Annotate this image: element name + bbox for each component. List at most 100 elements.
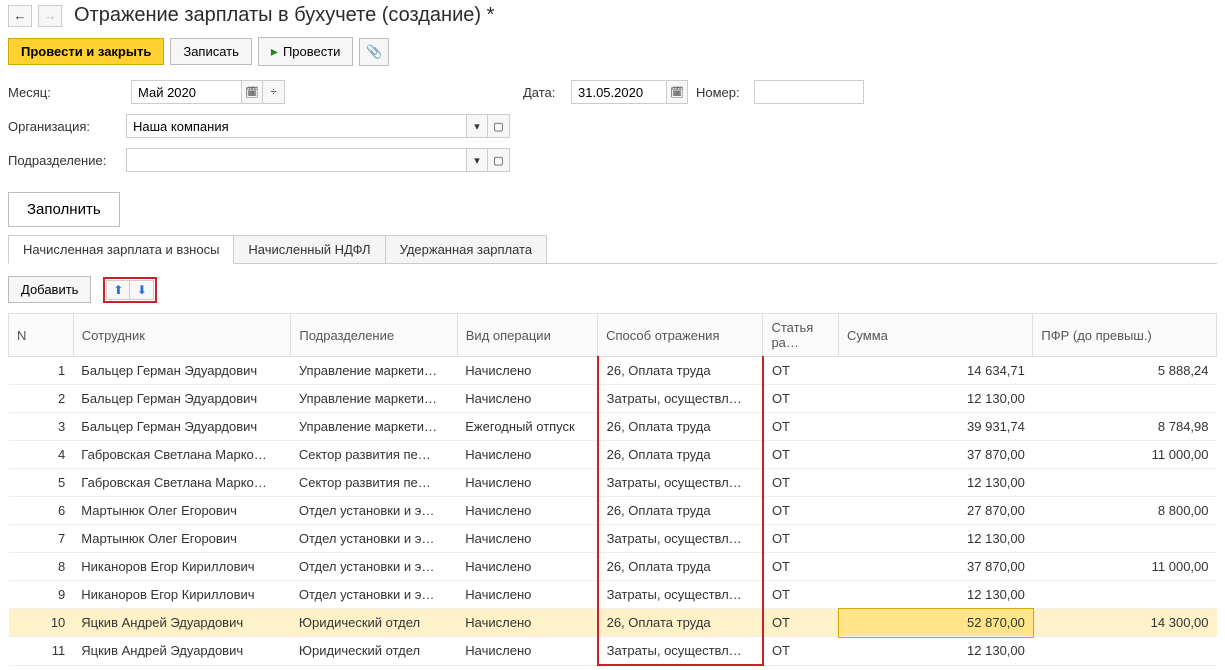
add-row-button[interactable]: Добавить <box>8 276 91 303</box>
tab-withheld[interactable]: Удержанная зарплата <box>385 235 547 263</box>
month-spinner-icon[interactable]: ÷ <box>263 80 285 104</box>
cell-ref[interactable]: Затраты, осуществл… <box>598 637 763 666</box>
cell-op[interactable]: Начислено <box>457 609 597 637</box>
cell-dep[interactable]: Отдел установки и э… <box>291 553 457 581</box>
month-input[interactable] <box>131 80 241 104</box>
cell-n[interactable]: 7 <box>9 525 74 553</box>
cell-sum[interactable]: 27 870,00 <box>839 497 1033 525</box>
cell-op[interactable]: Начислено <box>457 525 597 553</box>
cell-sum[interactable]: 39 931,74 <box>839 413 1033 441</box>
cell-dep[interactable]: Сектор развития пе… <box>291 441 457 469</box>
tab-ndfl[interactable]: Начисленный НДФЛ <box>233 235 385 263</box>
table-row[interactable]: 4Габровская Светлана Марко…Сектор развит… <box>9 441 1217 469</box>
cell-emp[interactable]: Яцкив Андрей Эдуардович <box>73 637 291 666</box>
cell-n[interactable]: 11 <box>9 637 74 666</box>
col-reflection-header[interactable]: Способ отражения <box>598 314 763 357</box>
cell-art[interactable]: ОТ <box>763 469 839 497</box>
subdiv-input[interactable] <box>126 148 466 172</box>
cell-dep[interactable]: Управление маркети… <box>291 385 457 413</box>
org-dropdown-icon[interactable]: ▾ <box>466 114 488 138</box>
table-row[interactable]: 7Мартынюк Олег ЕгоровичОтдел установки и… <box>9 525 1217 553</box>
cell-emp[interactable]: Никаноров Егор Кириллович <box>73 581 291 609</box>
cell-dep[interactable]: Управление маркети… <box>291 357 457 385</box>
cell-op[interactable]: Начислено <box>457 581 597 609</box>
cell-sum[interactable]: 12 130,00 <box>839 525 1033 553</box>
cell-pfr[interactable]: 5 888,24 <box>1033 357 1217 385</box>
table-row[interactable]: 3Бальцер Герман ЭдуардовичУправление мар… <box>9 413 1217 441</box>
col-sum-header[interactable]: Сумма <box>839 314 1033 357</box>
date-input[interactable] <box>571 80 666 104</box>
org-input[interactable] <box>126 114 466 138</box>
cell-emp[interactable]: Мартынюк Олег Егорович <box>73 497 291 525</box>
save-button[interactable]: Записать <box>170 38 252 65</box>
cell-op[interactable]: Ежегодный отпуск <box>457 413 597 441</box>
cell-emp[interactable]: Никаноров Егор Кириллович <box>73 553 291 581</box>
cell-n[interactable]: 6 <box>9 497 74 525</box>
cell-pfr[interactable]: 8 784,98 <box>1033 413 1217 441</box>
cell-emp[interactable]: Мартынюк Олег Егорович <box>73 525 291 553</box>
number-input[interactable] <box>754 80 864 104</box>
cell-art[interactable]: ОТ <box>763 497 839 525</box>
move-up-button[interactable]: ⬆ <box>106 280 130 300</box>
cell-op[interactable]: Начислено <box>457 385 597 413</box>
cell-op[interactable]: Начислено <box>457 441 597 469</box>
cell-art[interactable]: ОТ <box>763 637 839 666</box>
cell-dep[interactable]: Отдел установки и э… <box>291 497 457 525</box>
cell-pfr[interactable]: 14 300,00 <box>1033 609 1217 637</box>
table-row[interactable]: 9Никаноров Егор КирилловичОтдел установк… <box>9 581 1217 609</box>
cell-sum[interactable]: 12 130,00 <box>839 469 1033 497</box>
nav-back-button[interactable]: ← <box>8 5 32 27</box>
cell-n[interactable]: 8 <box>9 553 74 581</box>
cell-pfr[interactable] <box>1033 525 1217 553</box>
col-n-header[interactable]: N <box>9 314 74 357</box>
col-article-header[interactable]: Статья ра… <box>763 314 839 357</box>
cell-op[interactable]: Начислено <box>457 357 597 385</box>
cell-dep[interactable]: Отдел установки и э… <box>291 581 457 609</box>
table-row[interactable]: 5Габровская Светлана Марко…Сектор развит… <box>9 469 1217 497</box>
cell-art[interactable]: ОТ <box>763 553 839 581</box>
cell-emp[interactable]: Габровская Светлана Марко… <box>73 441 291 469</box>
cell-sum[interactable]: 52 870,00 <box>839 609 1033 637</box>
date-calendar-icon[interactable]: 🗓 <box>666 80 688 104</box>
cell-ref[interactable]: 26, Оплата труда <box>598 357 763 385</box>
cell-sum[interactable]: 37 870,00 <box>839 553 1033 581</box>
cell-n[interactable]: 9 <box>9 581 74 609</box>
cell-pfr[interactable] <box>1033 637 1217 666</box>
tab-accrued-salary[interactable]: Начисленная зарплата и взносы <box>8 235 234 264</box>
cell-pfr[interactable] <box>1033 385 1217 413</box>
cell-ref[interactable]: Затраты, осуществл… <box>598 469 763 497</box>
table-row[interactable]: 1Бальцер Герман ЭдуардовичУправление мар… <box>9 357 1217 385</box>
post-and-close-button[interactable]: Провести и закрыть <box>8 38 164 65</box>
month-calendar-icon[interactable]: 🗓 <box>241 80 263 104</box>
col-pfr-header[interactable]: ПФР (до превыш.) <box>1033 314 1217 357</box>
cell-dep[interactable]: Управление маркети… <box>291 413 457 441</box>
cell-ref[interactable]: Затраты, осуществл… <box>598 581 763 609</box>
nav-forward-button[interactable]: → <box>38 5 62 27</box>
cell-pfr[interactable]: 8 800,00 <box>1033 497 1217 525</box>
subdiv-open-icon[interactable]: ▢ <box>488 148 510 172</box>
cell-op[interactable]: Начислено <box>457 497 597 525</box>
cell-pfr[interactable]: 11 000,00 <box>1033 553 1217 581</box>
cell-sum[interactable]: 37 870,00 <box>839 441 1033 469</box>
cell-ref[interactable]: 26, Оплата труда <box>598 441 763 469</box>
cell-art[interactable]: ОТ <box>763 413 839 441</box>
cell-art[interactable]: ОТ <box>763 609 839 637</box>
cell-ref[interactable]: 26, Оплата труда <box>598 497 763 525</box>
cell-n[interactable]: 5 <box>9 469 74 497</box>
table-row[interactable]: 11Яцкив Андрей ЭдуардовичЮридический отд… <box>9 637 1217 666</box>
post-button[interactable]: ▸ Провести <box>258 37 354 66</box>
cell-ref[interactable]: Затраты, осуществл… <box>598 525 763 553</box>
cell-sum[interactable]: 12 130,00 <box>839 581 1033 609</box>
cell-ref[interactable]: 26, Оплата труда <box>598 553 763 581</box>
cell-n[interactable]: 3 <box>9 413 74 441</box>
cell-n[interactable]: 2 <box>9 385 74 413</box>
cell-n[interactable]: 10 <box>9 609 74 637</box>
table-row[interactable]: 6Мартынюк Олег ЕгоровичОтдел установки и… <box>9 497 1217 525</box>
cell-art[interactable]: ОТ <box>763 357 839 385</box>
col-operation-header[interactable]: Вид операции <box>457 314 597 357</box>
cell-pfr[interactable]: 11 000,00 <box>1033 441 1217 469</box>
cell-pfr[interactable] <box>1033 581 1217 609</box>
col-subdivision-header[interactable]: Подразделение <box>291 314 457 357</box>
cell-sum[interactable]: 12 130,00 <box>839 385 1033 413</box>
cell-op[interactable]: Начислено <box>457 637 597 666</box>
